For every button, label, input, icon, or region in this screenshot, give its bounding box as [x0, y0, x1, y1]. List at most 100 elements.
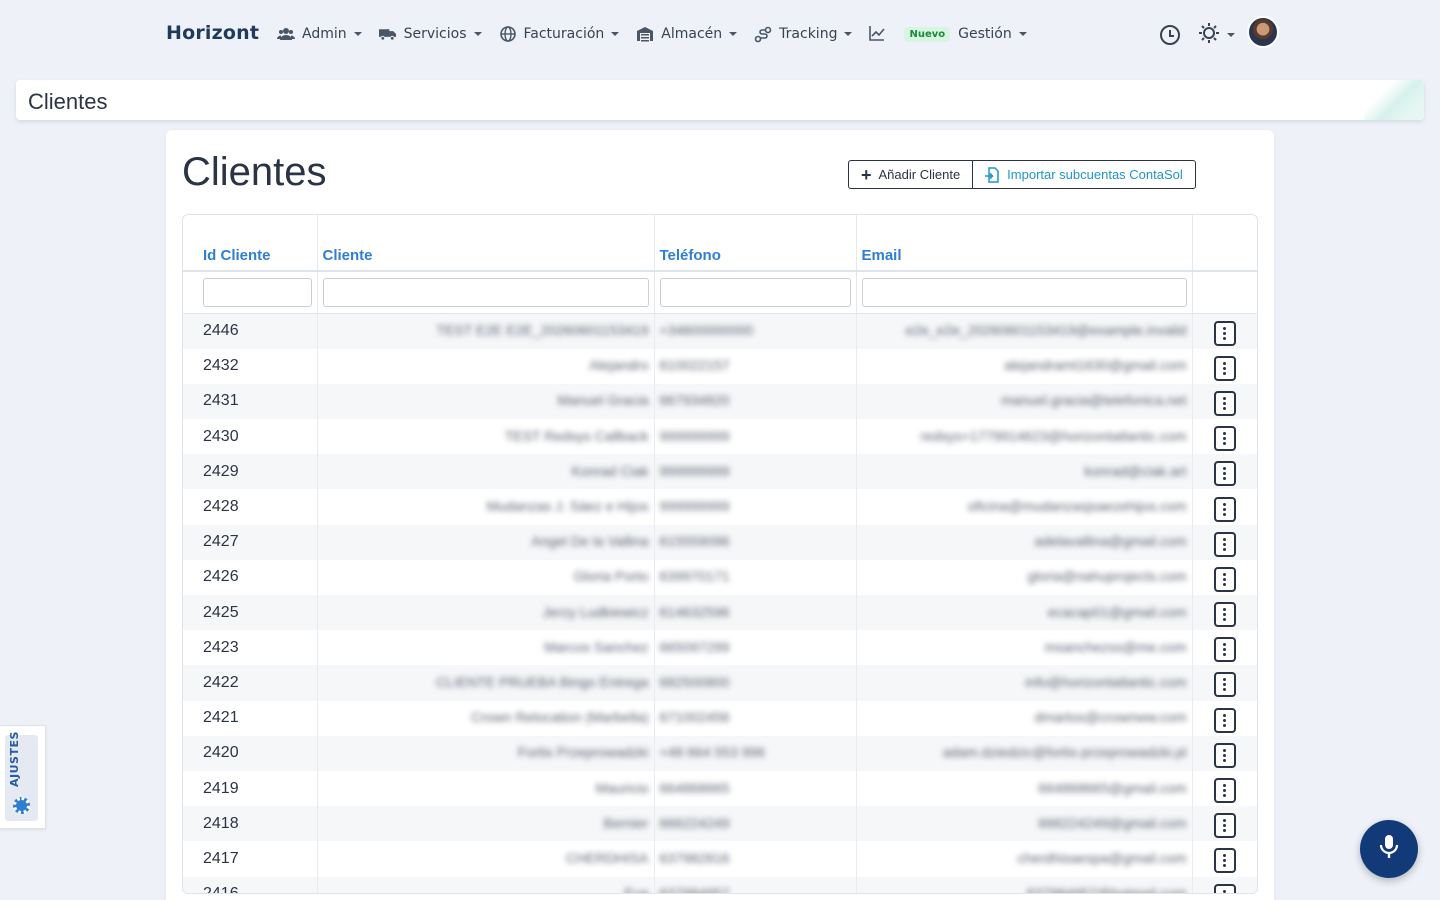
chevron-down-icon — [611, 32, 620, 36]
microphone-button[interactable] — [1360, 820, 1418, 878]
filter-id-input[interactable] — [203, 278, 312, 307]
cell-telefono: 637984957 — [654, 876, 857, 894]
cell-email-text: 664868665@gmail.com — [1038, 779, 1187, 796]
table-row[interactable]: 2416 Eva 637984957 637984957@hotmail.com — [183, 876, 1257, 894]
menu-stats[interactable] — [869, 25, 894, 43]
cell-id: 2428 — [183, 489, 318, 525]
cell-cliente-text: TEST E2E E2E_20260601153419 — [436, 322, 649, 339]
column-header-telefono[interactable]: Teléfono — [654, 215, 857, 272]
row-actions-menu-icon[interactable] — [1213, 320, 1236, 346]
cell-cliente-text: CLIENTE PRUEBA Bingo Entrega — [436, 673, 649, 690]
table-row[interactable]: 2421 Crown Relocation (Marbella) 671002456… — [183, 700, 1257, 736]
cell-telefono: 671002456 — [654, 700, 857, 736]
menu-tracking[interactable]: Tracking — [754, 25, 853, 43]
cell-telefono-text: 665097299 — [659, 638, 730, 655]
table-row[interactable]: 2422 CLIENTE PRUEBA Bingo Entrega 68250080… — [183, 665, 1257, 701]
filter-cliente-input[interactable] — [322, 278, 649, 307]
cell-email-text: oficina@mudanzasjsaezehijos.com — [967, 498, 1187, 515]
import-subaccounts-button[interactable]: Importar subcuentas ContaSol — [973, 160, 1196, 189]
cell-cliente: TEST Redsys Callback — [317, 419, 655, 455]
cell-email-text: redsys+1779914623@horizontatlantic.com — [920, 427, 1187, 444]
row-actions-menu-icon[interactable] — [1213, 883, 1236, 893]
menu-facturacion[interactable]: Facturación — [499, 25, 620, 43]
cell-cliente-text: TEST Redsys Callback — [504, 427, 649, 444]
cell-cliente: CLIENTE PRUEBA Bingo Entrega — [317, 665, 655, 701]
clients-table-container[interactable]: Id Cliente Cliente Teléfono Email 2446 TE… — [182, 214, 1258, 894]
cell-email-text: info@horizontatlantic.com — [1025, 673, 1187, 690]
table-row[interactable]: 2418 Bernier 666224249 666224249@gmail.com — [183, 806, 1257, 842]
add-client-button[interactable]: + Añadir Cliente — [848, 160, 974, 189]
filter-telefono-input[interactable] — [659, 278, 851, 307]
clock-icon[interactable] — [1160, 25, 1180, 45]
cell-email-text: cherdhisaespa@gmail.com — [1017, 849, 1187, 866]
menu-almacen[interactable]: Almacén — [636, 25, 738, 43]
cell-email: 666224249@gmail.com — [856, 806, 1193, 842]
row-actions-menu-icon[interactable] — [1213, 742, 1236, 768]
table-row[interactable]: 2425 Jerzy Ludkiewicz 614632596 ecacap01@gm… — [183, 595, 1257, 631]
cell-id: 2426 — [183, 559, 318, 595]
cell-email: adam.dziedzic@fortis-przeprowadzki.pl — [856, 735, 1193, 771]
menu-servicios[interactable]: Servicios — [378, 25, 482, 43]
settings-side-tab[interactable]: AJUSTES — [0, 725, 46, 829]
cell-id-text: 2425 — [203, 603, 239, 621]
row-actions-menu-icon[interactable] — [1213, 813, 1236, 839]
table-row[interactable]: 2427 Angel De la Vallina 615559096 adelaval… — [183, 524, 1257, 560]
table-row[interactable]: 2431 Manuel Gracia 667934820 manuel.gracia@… — [183, 383, 1257, 420]
table-row[interactable]: 2420 Fortis Przeprowadzki +48 664 553 996 a… — [183, 735, 1257, 771]
row-actions-menu-icon[interactable] — [1213, 848, 1236, 874]
avatar[interactable] — [1247, 16, 1279, 48]
cell-cliente: Konrad Ciak — [317, 454, 655, 490]
row-actions-menu-icon[interactable] — [1213, 778, 1236, 804]
cell-telefono-text: 671002456 — [659, 709, 730, 726]
cell-telefono: +48 664 553 996 — [654, 735, 857, 771]
row-actions-menu-icon[interactable] — [1213, 707, 1236, 733]
cell-id-text: 2421 — [203, 709, 239, 727]
row-actions-menu-icon[interactable] — [1213, 355, 1236, 381]
table-row[interactable]: 2428 Mudanzas J. Sáez e Hijos 999999999 ofi… — [183, 489, 1257, 525]
cell-telefono: 664868665 — [654, 770, 857, 807]
row-actions-menu-icon[interactable] — [1213, 637, 1236, 663]
row-actions-menu-icon[interactable] — [1213, 531, 1236, 557]
cell-telefono-text: 667934820 — [659, 392, 730, 409]
menu-gestion[interactable]: Nuevo Gestión — [904, 26, 1027, 42]
cell-telefono: 610022157 — [654, 348, 857, 384]
row-actions-menu-icon[interactable] — [1213, 672, 1236, 698]
row-actions-menu-icon[interactable] — [1213, 461, 1236, 487]
cell-id-text: 2420 — [203, 744, 239, 762]
chart-line-icon — [869, 25, 887, 43]
column-header-email[interactable]: Email — [856, 215, 1193, 272]
microphone-icon — [1379, 834, 1399, 864]
row-actions-menu-icon[interactable] — [1213, 602, 1236, 628]
cell-telefono-text: 637984957 — [659, 885, 730, 894]
header-decoration — [1364, 80, 1424, 120]
table-row[interactable]: 2432 Alejandro 610022157 alejandramt1630@gm… — [183, 348, 1257, 384]
row-actions-menu-icon[interactable] — [1213, 566, 1236, 592]
column-header-cliente[interactable]: Cliente — [317, 215, 655, 272]
menu-admin[interactable]: Admin — [277, 25, 362, 43]
row-actions-menu-icon[interactable] — [1213, 496, 1236, 522]
menu-admin-label: Admin — [302, 26, 347, 42]
cell-cliente: Eva — [317, 876, 655, 893]
cell-actions — [1192, 313, 1257, 349]
cell-id-text: 2416 — [203, 885, 239, 894]
theme-toggle[interactable] — [1198, 22, 1235, 48]
row-actions-menu-icon[interactable] — [1213, 426, 1236, 452]
cell-id: 2431 — [183, 383, 318, 420]
table-row[interactable]: 2429 Konrad Ciak 999999999 konrad@ciak.art — [183, 454, 1257, 490]
gear-icon — [13, 797, 30, 814]
table-row[interactable]: 2430 TEST Redsys Callback 999999999 redsys+… — [183, 419, 1257, 455]
table-row[interactable]: 2423 Marcos Sanchez 665097299 msanchezss@me… — [183, 630, 1257, 666]
cell-id-text: 2427 — [203, 533, 239, 551]
table-row[interactable]: 2426 Gloria Porto 639970171 gloria@nahuproj… — [183, 559, 1257, 595]
row-actions-menu-icon[interactable] — [1213, 390, 1236, 416]
table-row[interactable]: 2446 TEST E2E E2E_20260601153419 +34600000… — [183, 313, 1257, 349]
filter-email-input[interactable] — [861, 278, 1187, 307]
file-import-icon — [985, 166, 999, 183]
cell-cliente: Crown Relocation (Marbella) — [317, 700, 655, 736]
table-row[interactable]: 2419 Mauricio 664868665 664868665@gmail.com — [183, 770, 1257, 807]
cell-email-text: ecacap01@gmail.com — [1047, 603, 1187, 620]
cell-id: 2420 — [183, 735, 318, 771]
column-header-id[interactable]: Id Cliente — [183, 215, 318, 272]
brand-logo[interactable]: Horizont — [166, 22, 259, 44]
table-row[interactable]: 2417 CHERDHISA 637982816 cherdhisaespa@gmai… — [183, 841, 1257, 877]
